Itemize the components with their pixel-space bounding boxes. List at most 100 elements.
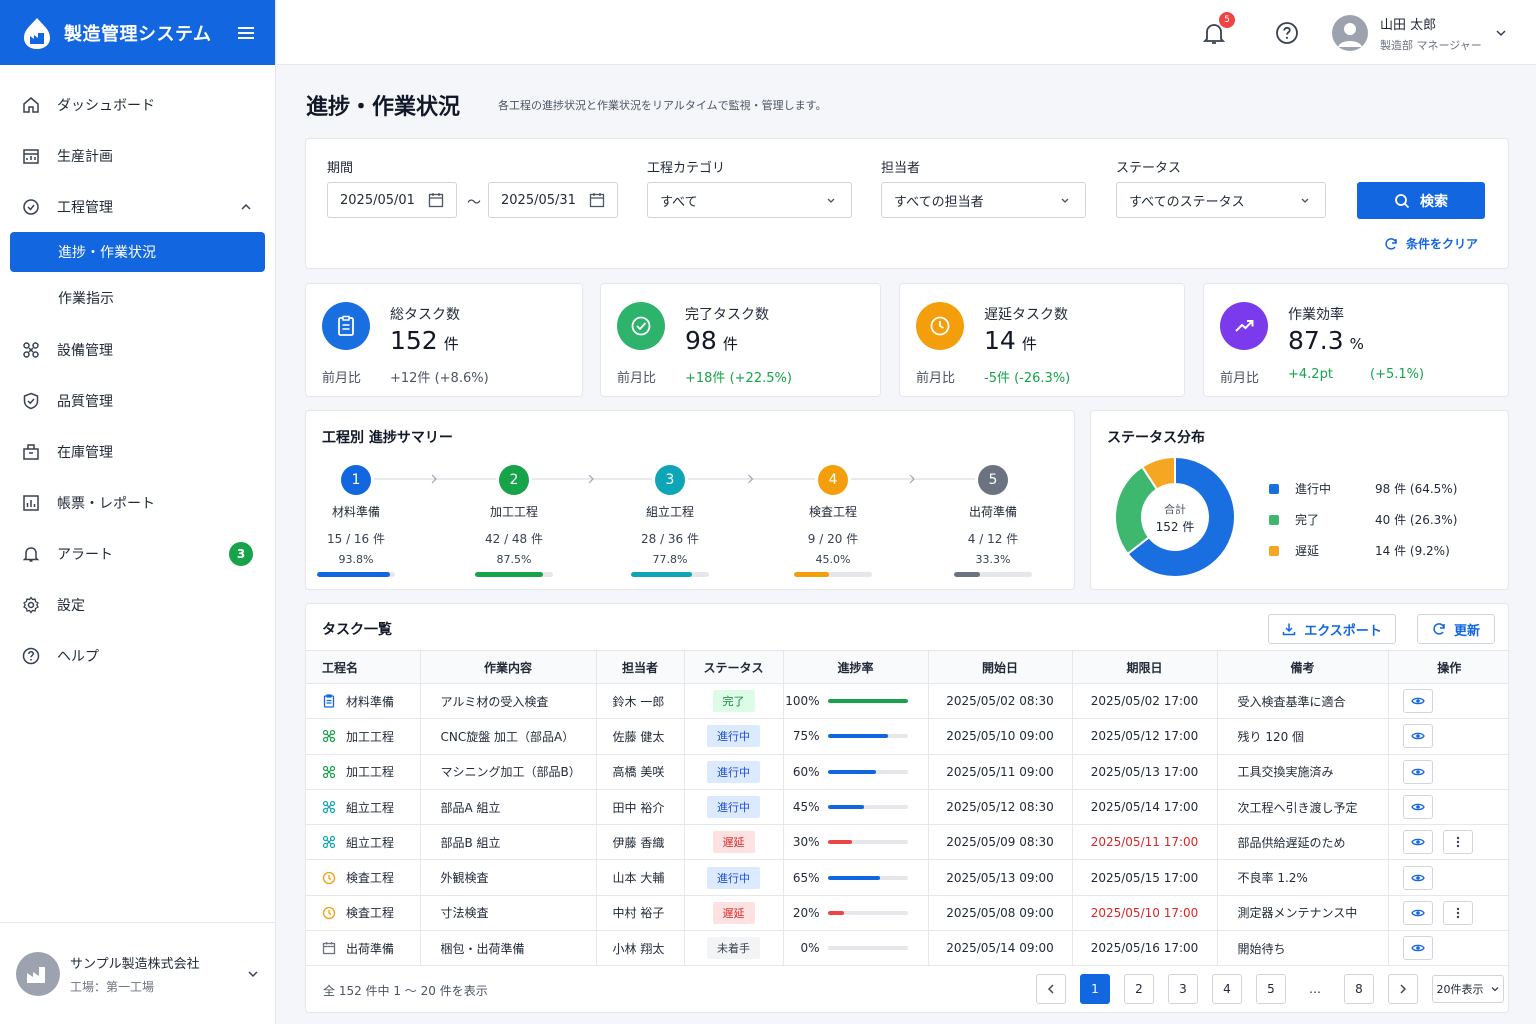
refresh-button[interactable]: 更新 [1417,614,1495,644]
cell-work: アルミ材の受入検査 [420,683,597,720]
company-switcher[interactable]: サンプル製造株式会社 工場：第一工場 [0,922,276,1024]
page-button[interactable]: 8 [1344,974,1374,1004]
table-row[interactable]: 加工工程 CNC旋盤 加工（部品A） 佐藤 健太 進行中 75% 2025/05/10 0… [306,718,1508,755]
view-button[interactable] [1402,759,1433,784]
kpi-title: 完了タスク数 [685,307,769,323]
export-button[interactable]: エクスポート [1268,614,1396,644]
assignee-label: 担当者 [881,161,921,176]
sidebar-item-reports[interactable]: 帳票・レポート [0,477,275,528]
table-row[interactable]: 材料準備 アルミ材の受入検査 鈴木 一郎 完了 100% 2025/05/02 08:30… [306,683,1508,720]
sidebar: 製造管理システム ダッシュボード 生産計画 工程管理 進捗・作業状況 作業指示 … [0,0,276,1024]
work-content: 梱包・出荷準備 [440,941,525,956]
page-button[interactable]: 5 [1256,974,1286,1004]
sidebar-item-equipment[interactable]: 設備管理 [0,324,275,375]
work-content: CNC旋盤 加工（部品A） [440,729,575,744]
cell-assignee: 伊藤 香織 [596,824,685,861]
view-button[interactable] [1402,936,1433,961]
cell-progress: 45% [783,789,929,826]
table-row[interactable]: 加工工程 マシニング加工（部品B） 高橋 美咲 進行中 60% 2025/05/11 09… [306,754,1508,790]
prev-page-button[interactable] [1036,974,1066,1004]
kpi-icon-circle [322,302,370,350]
page-button[interactable]: 2 [1124,974,1154,1004]
next-page-button[interactable] [1388,974,1418,1004]
column-header: 進捗率 [783,650,929,684]
table-row[interactable]: 検査工程 外観検査 山本 大輔 進行中 65% 2025/05/13 09:00 2025/… [306,859,1508,896]
table-row[interactable]: 組立工程 部品A 組立 田中 裕介 進行中 45% 2025/05/12 08:30 202… [306,789,1508,826]
chevron-up-icon[interactable] [239,200,253,214]
clear-filters-link[interactable]: 条件をクリア [1384,235,1478,252]
sidebar-item-production-plan[interactable]: 生産計画 [0,130,275,181]
sidebar-subitem-work-order[interactable]: 作業指示 [10,278,265,318]
process-cell: 加工工程 [314,763,412,780]
kpi-title: 遅延タスク数 [984,307,1068,323]
view-button[interactable] [1402,865,1433,890]
cell-due: 2025/05/15 17:00 [1072,859,1218,896]
sidebar-item-label: 設定 [57,597,85,614]
sidebar-subitem-progress[interactable]: 進捗・作業状況 [10,232,265,272]
refresh-icon [1385,237,1397,250]
view-button[interactable] [1402,900,1433,925]
sidebar-item-inventory[interactable]: 在庫管理 [0,426,275,477]
view-button[interactable] [1402,724,1433,749]
date-from-input[interactable]: 2025/05/01 [327,182,457,218]
sidebar-item-label: 工程管理 [57,199,113,216]
table-row[interactable]: 出荷準備 梱包・出荷準備 小林 翔太 未着手 0% 2025/05/14 09:00 202… [306,930,1508,967]
user-menu[interactable]: 山田 太郎 製造部 マネージャー [1332,14,1508,52]
more-actions-button[interactable] [1442,900,1473,925]
page-button[interactable]: 3 [1168,974,1198,1004]
notifications-button[interactable]: 5 [1201,12,1235,46]
more-actions-button[interactable] [1442,830,1473,855]
step-number: 1 [341,465,371,495]
cell-note: 残り 120 個 [1217,718,1389,755]
process-name: 加工工程 [346,765,395,780]
page-button[interactable]: 1 [1080,974,1110,1004]
sidebar-item-dashboard[interactable]: ダッシュボード [0,79,275,130]
cell-assignee: 高橋 美咲 [596,754,685,790]
per-page-select[interactable]: 20件表示 [1432,975,1504,1003]
clipboard-icon [323,694,335,708]
donut-center [1142,484,1208,550]
column-header: 備考 [1217,650,1389,684]
status-select[interactable]: すべてのステータス [1116,182,1326,218]
cell-status: 完了 [684,683,784,720]
shield-check-icon [23,392,39,409]
top-bar: 5 山田 太郎 製造部 マネージャー [277,0,1536,65]
work-content: マシニング加工（部品B） [440,765,581,780]
cell-assignee: 中村 裕子 [596,895,685,932]
cell-status: 遅延 [684,895,784,932]
step-percent: 93.8% [338,553,374,566]
note-text: 測定器メンテナンス中 [1237,906,1358,921]
view-button[interactable] [1402,795,1433,820]
cell-actions [1388,754,1508,790]
page-button[interactable]: 4 [1212,974,1242,1004]
view-button[interactable] [1402,830,1433,855]
category-select[interactable]: すべて [647,182,852,218]
sidebar-item-alerts[interactable]: アラート 3 [0,528,275,579]
chevron-down-icon [1061,198,1069,203]
assignee-name: 田中 裕介 [612,800,665,815]
date-to-input[interactable]: 2025/05/31 [488,182,618,218]
start-date: 2025/05/13 09:00 [946,870,1054,885]
hamburger-menu-icon[interactable] [235,22,257,44]
sidebar-item-process[interactable]: 工程管理 [0,181,275,232]
help-icon[interactable] [1275,21,1299,45]
cell-process: 検査工程 [306,859,421,896]
search-button[interactable]: 検索 [1357,182,1485,219]
sidebar-item-quality[interactable]: 品質管理 [0,375,275,426]
clipboard-icon [338,315,354,336]
assignee-select[interactable]: すべての担当者 [881,182,1086,218]
table-row[interactable]: 組立工程 部品B 組立 伊藤 香織 遅延 30% 2025/05/09 08:30 2025… [306,824,1508,861]
progress-fill [827,910,844,915]
chevron-down-icon [1496,30,1506,37]
view-button[interactable] [1402,689,1433,714]
start-date: 2025/05/10 09:00 [946,729,1054,744]
calendar-icon [322,942,336,955]
progress-fill [827,734,888,739]
kpi-unit: % [1349,335,1364,353]
kpi-card-delayed: 遅延タスク数 14 件 前月比 -5件 (-26.3%) [899,283,1185,397]
sidebar-item-help[interactable]: ヘルプ [0,630,275,681]
assignee-name: 小林 翔太 [612,941,665,956]
sidebar-item-settings[interactable]: 設定 [0,579,275,630]
table-row[interactable]: 検査工程 寸法検査 中村 裕子 遅延 20% 2025/05/08 09:00 2025/0… [306,895,1508,932]
step-number: 4 [818,465,848,495]
